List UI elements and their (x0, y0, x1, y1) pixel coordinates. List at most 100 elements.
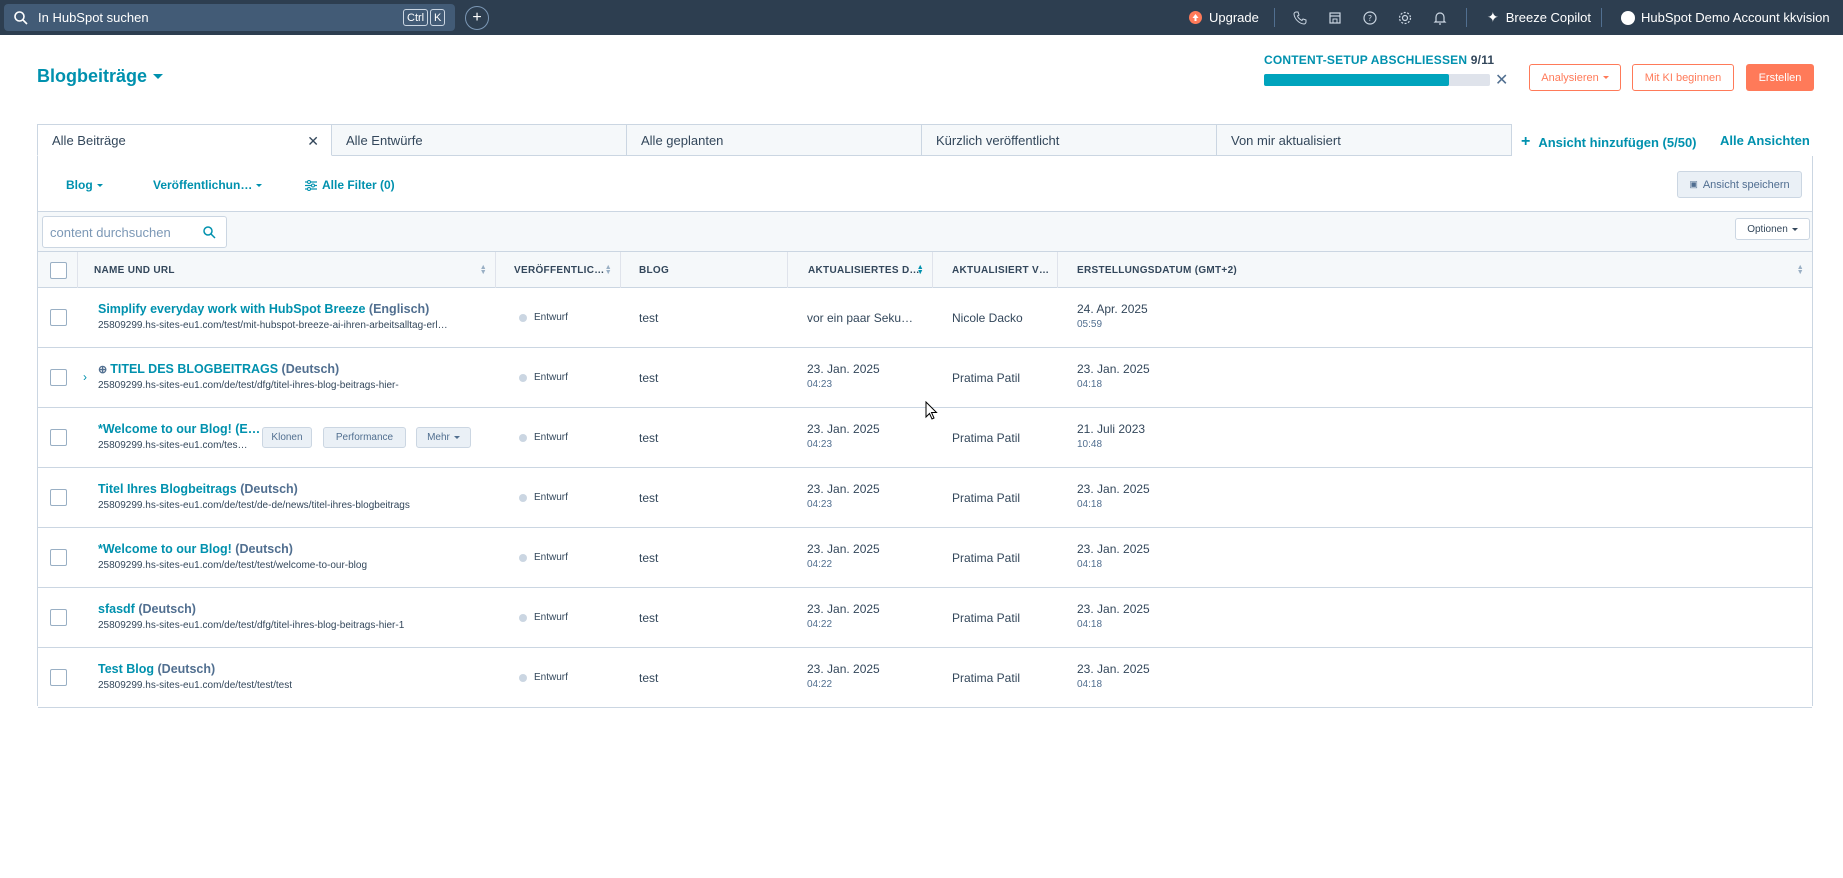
created-date: 21. Juli 2023 (1077, 422, 1146, 436)
updated-date: 23. Jan. 2025 (807, 362, 880, 376)
column-updated-by[interactable]: AKTUALISIERT V… (933, 252, 1058, 288)
add-view-label: Ansicht hinzufügen (5/50) (1538, 134, 1697, 150)
performance-button[interactable]: Performance (323, 427, 406, 448)
column-published[interactable]: VERÖFFENTLIC… ▲ ▼ (496, 252, 621, 288)
column-blog[interactable]: BLOG (621, 252, 788, 288)
published-filter[interactable]: Veröffentlichun… (153, 178, 263, 192)
post-url[interactable]: 25809299.hs-sites-eu1.com/de/test/dfg/ti… (98, 620, 404, 631)
select-all-checkbox[interactable] (50, 261, 67, 279)
sort-icon: ▲ ▼ (916, 264, 924, 276)
post-language: (Deutsch) (157, 662, 216, 676)
table-row[interactable]: › ⊕ TITEL DES BLOGBEITRAGS (Deutsch) 258092… (38, 348, 1812, 408)
chevron-down-icon (153, 74, 164, 79)
save-view-button[interactable]: ▣ Ansicht speichern (1677, 171, 1802, 198)
post-language: (Deutsch) (235, 542, 293, 556)
post-title-link[interactable]: Test Blog (Deutsch) (98, 662, 215, 676)
post-url[interactable]: 25809299.hs-sites-eu1.com/de/test/de-de/… (98, 500, 410, 511)
analyze-button[interactable]: Analysieren (1529, 64, 1621, 91)
notifications-icon[interactable] (1432, 10, 1448, 26)
status-label: Entwurf (534, 372, 568, 383)
add-icon[interactable]: + (465, 6, 489, 30)
post-url[interactable]: 25809299.hs-sites-eu1.com/de/test/dfg/ti… (98, 380, 399, 391)
blog-filter[interactable]: Blog (66, 178, 103, 192)
all-filters-label: Alle Filter (0) (322, 178, 395, 192)
publish-status: Entwurf (519, 312, 568, 323)
analyze-label: Analysieren (1541, 71, 1599, 84)
status-dot-icon (519, 313, 527, 322)
table-row[interactable]: Simplify everyday work with HubSpot Bree… (38, 288, 1812, 348)
row-checkbox[interactable] (50, 309, 67, 326)
chevron-down-icon (1602, 76, 1609, 79)
updated-time: 04:23 (807, 499, 833, 510)
phone-icon[interactable] (1292, 10, 1308, 26)
help-icon[interactable]: ? (1362, 10, 1378, 26)
setup-progress-bar (1264, 74, 1490, 86)
chevron-down-icon (256, 183, 263, 187)
all-filters-button[interactable]: Alle Filter (0) (305, 178, 395, 192)
clone-button[interactable]: Klonen (262, 427, 312, 448)
table-row[interactable]: sfasdf (Deutsch) 25809299.hs-sites-eu1.co… (38, 588, 1812, 648)
publish-status: Entwurf (519, 672, 568, 683)
upgrade-button[interactable]: Upgrade (1189, 0, 1259, 35)
post-title-link[interactable]: Simplify everyday work with HubSpot Bree… (98, 302, 429, 316)
options-button[interactable]: Optionen (1735, 218, 1810, 240)
marketplace-icon[interactable] (1327, 10, 1343, 26)
tab-all-drafts[interactable]: Alle Entwürfe (332, 124, 627, 156)
global-search[interactable]: In HubSpot suchen Ctrl K (4, 4, 455, 31)
close-icon[interactable]: ✕ (307, 133, 319, 150)
page-title[interactable]: Blogbeiträge (37, 66, 164, 87)
created-time: 04:18 (1077, 499, 1103, 510)
tab-label: Alle Beiträge (52, 132, 126, 148)
close-icon[interactable]: ✕ (1495, 70, 1508, 90)
table-row[interactable]: Test Blog (Deutsch) 25809299.hs-sites-eu1… (38, 648, 1812, 708)
all-views-link[interactable]: Alle Ansichten (1720, 133, 1810, 148)
settings-icon[interactable] (1397, 10, 1413, 26)
globe-icon: ⊕ (98, 364, 108, 376)
post-url[interactable]: 25809299.hs-sites-eu1.com/test/mit-hubsp… (98, 320, 448, 331)
content-setup-label[interactable]: CONTENT-SETUP ABSCHLIESSEN 9/11 (1264, 53, 1494, 67)
row-checkbox[interactable] (50, 549, 67, 566)
post-title-link[interactable]: sfasdf (Deutsch) (98, 602, 196, 616)
add-view-button[interactable]: + Ansicht hinzufügen (5/50) (1521, 133, 1697, 151)
row-checkbox-cell (50, 549, 67, 566)
updated-date: 23. Jan. 2025 (807, 662, 880, 676)
post-title-link[interactable]: *Welcome to our Blog! (E… (98, 422, 260, 436)
row-checkbox[interactable] (50, 369, 67, 386)
plus-icon: + (1521, 133, 1531, 150)
ai-start-button[interactable]: Mit KI beginnen (1632, 64, 1734, 91)
row-checkbox[interactable] (50, 609, 67, 626)
row-checkbox[interactable] (50, 669, 67, 686)
column-updated[interactable]: AKTUALISIERTES D… ▲ ▼ (788, 252, 933, 288)
post-url[interactable]: 25809299.hs-sites-eu1.com/tes… (98, 440, 248, 451)
table-row[interactable]: *Welcome to our Blog! (Deutsch) 25809299.… (38, 528, 1812, 588)
publish-status: Entwurf (519, 372, 568, 383)
chevron-right-icon[interactable]: › (83, 370, 87, 384)
post-title-link[interactable]: ⊕ TITEL DES BLOGBEITRAGS (Deutsch) (98, 362, 339, 376)
sort-icon: ▲ ▼ (1796, 264, 1804, 276)
table-row[interactable]: Titel Ihres Blogbeitrags (Deutsch) 258092… (38, 468, 1812, 528)
tab-all-scheduled[interactable]: Alle geplanten (627, 124, 922, 156)
nav-divider (1466, 8, 1467, 27)
post-language: (Englisch) (368, 302, 430, 316)
post-url[interactable]: 25809299.hs-sites-eu1.com/de/test/test/t… (98, 680, 292, 691)
row-checkbox[interactable] (50, 429, 67, 446)
tab-recently-published[interactable]: Kürzlich veröffentlicht (922, 124, 1217, 156)
more-button[interactable]: Mehr (416, 427, 471, 448)
account-menu[interactable]: HubSpot Demo Account kkvision (1621, 0, 1830, 35)
post-title-link[interactable]: Titel Ihres Blogbeitrags (Deutsch) (98, 482, 298, 496)
create-button[interactable]: Erstellen (1746, 64, 1814, 91)
column-created[interactable]: ERSTELLUNGSDATUM (GMT+2) ▲ ▼ (1058, 252, 1812, 288)
content-search-input[interactable]: content durchsuchen (42, 216, 227, 248)
updated-by: Pratima Patil (952, 371, 1021, 385)
column-name[interactable]: NAME UND URL ▲ ▼ (78, 252, 496, 288)
row-checkbox-cell (50, 309, 67, 326)
row-checkbox-cell (50, 429, 67, 446)
copilot-button[interactable]: ✦ Breeze Copilot (1487, 0, 1591, 35)
tab-updated-by-me[interactable]: Von mir aktualisiert (1217, 124, 1512, 156)
svg-text:?: ? (1368, 14, 1372, 23)
tab-all-posts[interactable]: Alle Beiträge ✕ (37, 124, 332, 156)
row-checkbox[interactable] (50, 489, 67, 506)
post-title-link[interactable]: *Welcome to our Blog! (Deutsch) (98, 542, 293, 556)
global-search-placeholder: In HubSpot suchen (38, 10, 149, 25)
post-url[interactable]: 25809299.hs-sites-eu1.com/de/test/test/w… (98, 560, 367, 571)
